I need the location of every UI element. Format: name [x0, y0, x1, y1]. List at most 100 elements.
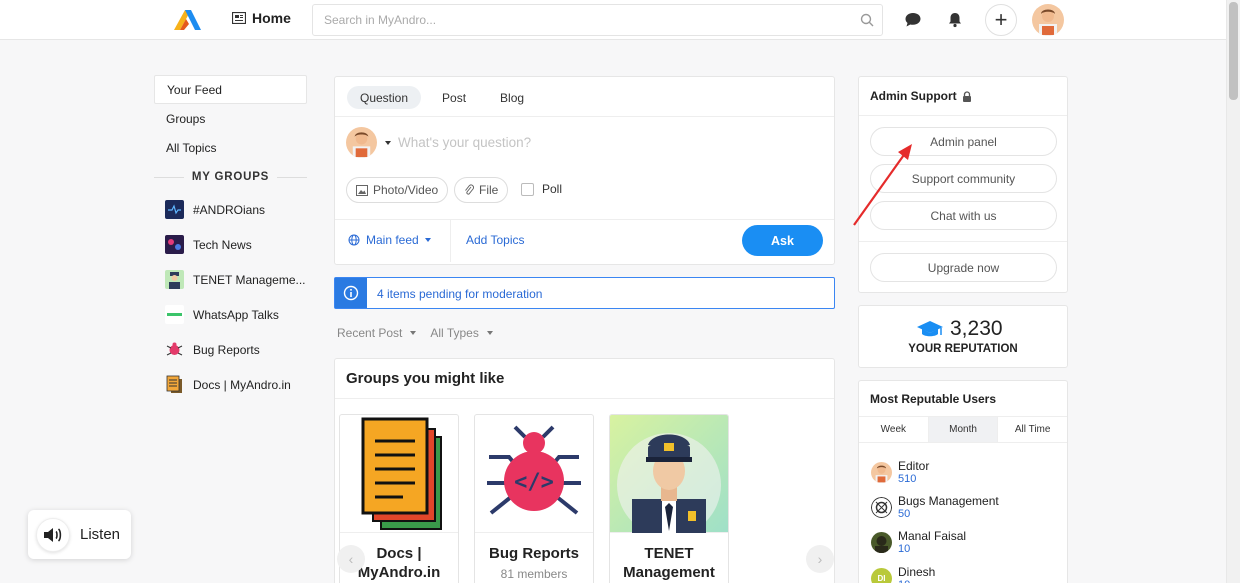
chevron-down-icon — [424, 238, 431, 242]
chevron-down-icon[interactable] — [385, 141, 391, 145]
chat-icon[interactable] — [904, 11, 922, 29]
group-item-whatsapp-talks[interactable]: WhatsApp Talks — [154, 297, 307, 332]
file-button[interactable]: File — [454, 177, 509, 203]
home-link[interactable]: Home — [232, 10, 291, 26]
tab-blog[interactable]: Blog — [487, 86, 537, 109]
avatar — [871, 497, 892, 518]
group-card-tenet[interactable]: TENET Management — [609, 414, 729, 583]
user-score: 10 — [898, 543, 911, 555]
top-navigation-bar: Home + — [0, 0, 1226, 40]
user-name[interactable]: Dinesh — [898, 565, 935, 579]
feed-filters: Recent Post All Types — [337, 326, 493, 340]
carousel-prev-button[interactable]: ‹ — [337, 545, 365, 573]
my-groups-heading: MY GROUPS — [154, 162, 307, 192]
poll-checkbox[interactable] — [521, 182, 534, 196]
tab-question[interactable]: Question — [347, 86, 422, 109]
group-card-name[interactable]: TENET Management — [610, 533, 728, 582]
divider — [450, 220, 451, 262]
user-entry[interactable]: Manal Faisal 10 — [871, 529, 966, 555]
whatsapp-talks-thumbnail — [165, 305, 184, 324]
user-avatar[interactable] — [1032, 4, 1064, 36]
user-name[interactable]: Editor — [898, 459, 929, 473]
avatar — [871, 532, 892, 553]
types-dropdown[interactable]: All Types — [430, 326, 493, 340]
listen-widget[interactable]: Listen — [28, 510, 131, 559]
upgrade-now-button[interactable]: Upgrade now — [870, 253, 1057, 282]
group-card-bug-reports[interactable]: </> Bug Reports 81 members — [474, 414, 594, 583]
svg-text:</>: </> — [514, 470, 554, 495]
feed-row: Main feed Add Topics Ask — [335, 220, 834, 262]
carousel-next-button[interactable]: › — [806, 545, 834, 573]
add-topics-link[interactable]: Add Topics — [466, 233, 524, 247]
user-score: 510 — [898, 473, 917, 485]
bug-icon — [166, 342, 183, 356]
user-entry[interactable]: Editor 510 — [871, 459, 929, 485]
user-entry[interactable]: DI Dinesh10 — [871, 565, 935, 583]
attachments-row: Photo/Video File Poll — [335, 173, 834, 220]
left-sidebar: Your Feed Groups All Topics MY GROUPS #A… — [154, 75, 307, 402]
moderation-text[interactable]: 4 items pending for moderation — [377, 287, 542, 301]
types-label: All Types — [430, 326, 479, 340]
tenet-thumbnail — [165, 270, 184, 289]
docs-icon — [166, 375, 182, 393]
page-scrollbar[interactable] — [1226, 0, 1240, 583]
question-input[interactable] — [398, 135, 818, 150]
question-row — [335, 117, 834, 173]
create-button[interactable]: + — [985, 4, 1017, 36]
tenet-image — [610, 415, 728, 533]
user-entry[interactable]: Bugs Management 50 — [871, 494, 999, 520]
scrollbar-thumb[interactable] — [1229, 2, 1238, 100]
compose-tabs: Question Post Blog — [335, 77, 834, 117]
moderation-notice[interactable]: 4 items pending for moderation — [334, 277, 835, 309]
bug-image: </> — [475, 415, 593, 533]
group-item-androians[interactable]: #ANDROians — [154, 192, 307, 227]
reputation-value-row: 3,230 — [916, 317, 1003, 341]
androians-thumbnail — [165, 200, 184, 219]
nav-groups[interactable]: Groups — [154, 104, 307, 133]
group-item-bug-reports[interactable]: Bug Reports — [154, 332, 307, 367]
group-item-docs[interactable]: Docs | MyAndro.in — [154, 367, 307, 402]
ask-button[interactable]: Ask — [742, 225, 823, 256]
sort-dropdown[interactable]: Recent Post — [337, 326, 417, 340]
bell-icon[interactable] — [946, 11, 964, 29]
nav-your-feed[interactable]: Your Feed — [154, 75, 307, 104]
tab-week[interactable]: Week — [859, 417, 929, 442]
search-icon[interactable] — [860, 13, 874, 27]
group-card-name[interactable]: Bug Reports — [475, 533, 593, 563]
image-icon — [356, 184, 368, 196]
search-input[interactable] — [313, 5, 833, 35]
group-item-tech-news[interactable]: Tech News — [154, 227, 307, 262]
groups-suggestions-card: Groups you might like Docs | MyAndro.in <… — [334, 358, 835, 583]
user-name[interactable]: Bugs Management — [898, 494, 999, 508]
paperclip-icon — [465, 184, 474, 195]
chevron-down-icon — [410, 331, 417, 335]
reputation-value: 3,230 — [950, 317, 1003, 340]
group-label: Docs | MyAndro.in — [193, 377, 291, 392]
group-label: Tech News — [193, 237, 252, 252]
photo-video-label: Photo/Video — [373, 183, 439, 197]
group-label: Bug Reports — [193, 342, 260, 357]
newspaper-icon — [232, 12, 246, 24]
chevron-down-icon — [486, 331, 493, 335]
tab-month[interactable]: Month — [928, 417, 999, 442]
file-label: File — [479, 183, 499, 197]
name-line: TENET — [644, 545, 694, 562]
tab-all-time[interactable]: All Time — [998, 417, 1067, 442]
nav-all-topics[interactable]: All Topics — [154, 133, 307, 162]
name-line: Docs | — [376, 545, 422, 562]
poll-option[interactable]: Poll — [521, 182, 562, 196]
name-line: MyAndro.in — [357, 564, 441, 581]
name-line: Management — [623, 564, 715, 581]
speaker-icon[interactable] — [36, 517, 70, 552]
divider — [859, 241, 1067, 242]
myandro-logo[interactable] — [170, 4, 204, 36]
main-feed-dropdown[interactable]: Main feed — [348, 233, 431, 247]
lock-icon — [962, 90, 971, 102]
photo-video-button[interactable]: Photo/Video — [346, 177, 449, 203]
avatar — [871, 462, 892, 483]
admin-support-label: Admin Support — [870, 89, 957, 103]
user-name[interactable]: Manal Faisal — [898, 529, 966, 543]
tab-post[interactable]: Post — [429, 86, 479, 109]
group-item-tenet-management[interactable]: TENET Manageme... — [154, 262, 307, 297]
composer-avatar[interactable] — [346, 127, 377, 158]
